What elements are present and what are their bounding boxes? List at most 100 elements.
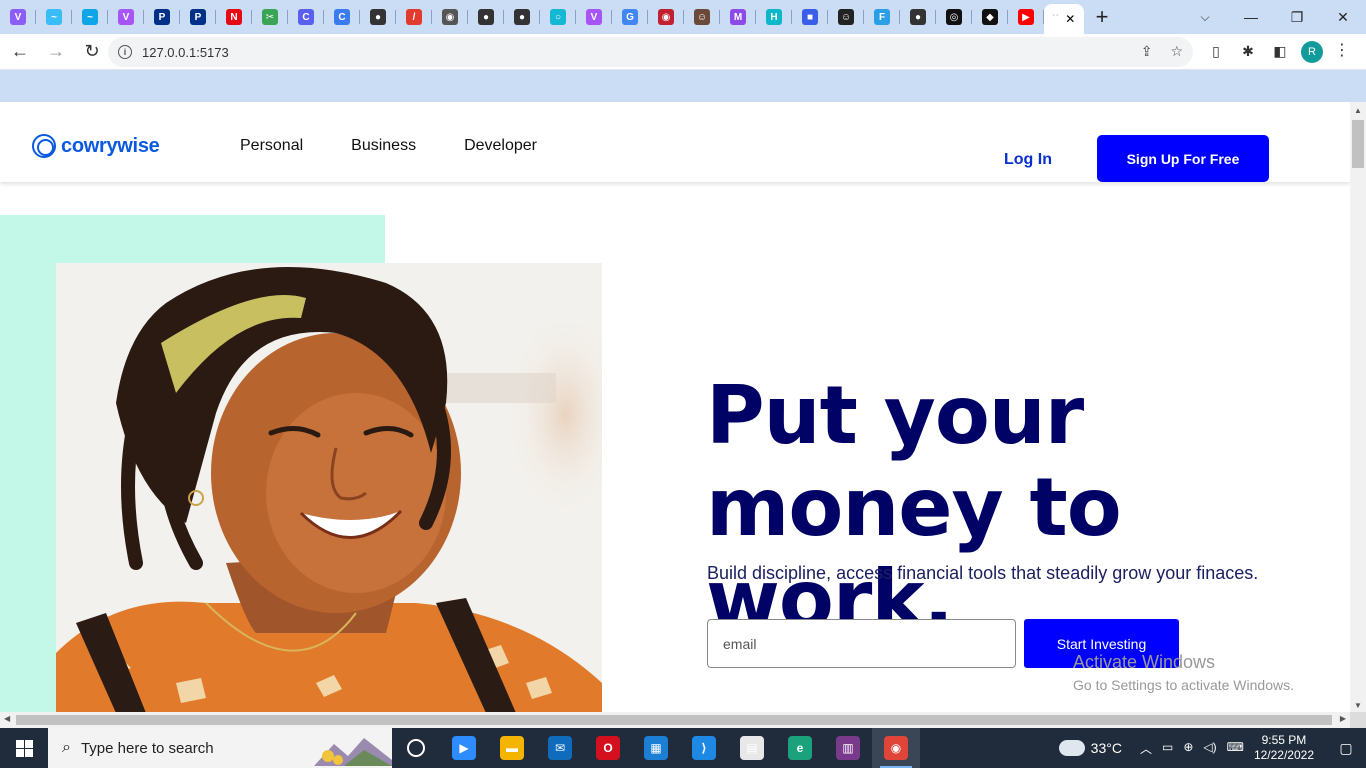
winrar-icon: ▥ bbox=[836, 736, 860, 760]
minimize-button[interactable]: — bbox=[1228, 0, 1274, 34]
taskbar-app[interactable]: ▦ bbox=[632, 728, 680, 768]
browser-tab[interactable]: ☺ bbox=[684, 0, 720, 34]
new-tab-button[interactable]: + bbox=[1084, 0, 1120, 34]
address-bar[interactable]: i 127.0.0.1:5173 ⇪ ☆ bbox=[108, 37, 1193, 67]
taskbar-app[interactable]: ✉ bbox=[536, 728, 584, 768]
browser-tab[interactable]: V bbox=[108, 0, 144, 34]
volume-icon[interactable]: ◁) bbox=[1203, 740, 1216, 757]
browser-tab[interactable]: N bbox=[216, 0, 252, 34]
browser-tab-strip: V ~ ~ V P P N ✂ C C ● / ◉ ● ● ○ V G ◉ ☺ M H ■ ☺ F ● ◎ ◆ ▶ ˙˙ ✕ + bbox=[0, 0, 1366, 34]
weather-widget[interactable]: 33°C bbox=[1058, 735, 1122, 756]
taskbar-search-box[interactable]: ⌕ Type here to search bbox=[48, 728, 392, 768]
taskbar-app[interactable]: O bbox=[584, 728, 632, 768]
browser-tab[interactable]: C bbox=[288, 0, 324, 34]
restore-button[interactable]: ❐ bbox=[1274, 0, 1320, 34]
browser-tab[interactable]: ◆ bbox=[972, 0, 1008, 34]
nav-business[interactable]: Business bbox=[351, 137, 416, 155]
browser-tab[interactable]: ☺ bbox=[828, 0, 864, 34]
chevron-up-icon[interactable]: ︿ bbox=[1140, 740, 1152, 757]
browser-tab[interactable]: ○ bbox=[540, 0, 576, 34]
scroll-right-arrow-icon[interactable]: ▶ bbox=[1340, 714, 1346, 723]
browser-tab[interactable]: ◉ bbox=[432, 0, 468, 34]
start-button[interactable] bbox=[0, 728, 48, 768]
search-highlight-art-icon bbox=[314, 738, 392, 766]
reload-button[interactable]: ↻ bbox=[76, 36, 108, 68]
notifications-icon[interactable]: ▢ bbox=[1326, 740, 1366, 757]
site-info-icon[interactable]: i bbox=[118, 45, 132, 59]
scissors-icon: ✂ bbox=[262, 9, 278, 25]
login-link[interactable]: Log In bbox=[1004, 151, 1052, 169]
windows-taskbar: ⌕ Type here to search ▶ ▬ ✉ O ▦ ⟩ ▤ e ▥ ◉ 33°C ︿ … bbox=[0, 728, 1366, 768]
extensions-icon[interactable]: ✱ bbox=[1237, 40, 1259, 62]
browser-tab[interactable]: ■ bbox=[792, 0, 828, 34]
side-panel-icon[interactable]: ◧ bbox=[1269, 40, 1291, 62]
browser-tab[interactable]: / bbox=[396, 0, 432, 34]
browser-tab[interactable]: ● bbox=[468, 0, 504, 34]
browser-tab[interactable]: ✂ bbox=[252, 0, 288, 34]
flutter-icon: F bbox=[874, 9, 890, 25]
browser-tab[interactable]: H bbox=[756, 0, 792, 34]
activate-windows-watermark: Activate Windows Go to Settings to activ… bbox=[1073, 652, 1294, 693]
scroll-corner bbox=[1350, 712, 1366, 728]
nav-personal[interactable]: Personal bbox=[240, 137, 303, 155]
email-input[interactable] bbox=[707, 619, 1016, 668]
vertical-scrollbar[interactable]: ▲ ▼ bbox=[1350, 102, 1366, 712]
cowrywise-logo[interactable]: cowrywise bbox=[32, 134, 160, 158]
tailwind-icon: ~ bbox=[82, 9, 98, 25]
paypal-icon: P bbox=[154, 9, 170, 25]
windows-logo-icon bbox=[15, 739, 33, 757]
browser-tab[interactable]: ~ bbox=[36, 0, 72, 34]
codepen-icon: ◆ bbox=[982, 9, 998, 25]
taskbar-app[interactable]: ◉ bbox=[872, 728, 920, 768]
scroll-down-arrow-icon[interactable]: ▼ bbox=[1354, 701, 1362, 710]
browser-tab[interactable]: V bbox=[576, 0, 612, 34]
browser-tab[interactable]: P bbox=[144, 0, 180, 34]
browser-tab[interactable]: F bbox=[864, 0, 900, 34]
browser-tab[interactable]: ~ bbox=[72, 0, 108, 34]
forward-button[interactable]: → bbox=[40, 36, 72, 68]
browser-tab[interactable]: ● bbox=[900, 0, 936, 34]
share-icon[interactable]: ⇪ bbox=[1141, 43, 1153, 60]
close-window-button[interactable]: ✕ bbox=[1320, 0, 1366, 34]
circle-icon: ○ bbox=[550, 9, 566, 25]
nav-developer[interactable]: Developer bbox=[464, 137, 537, 155]
browser-tab[interactable]: ▶ bbox=[1008, 0, 1044, 34]
vertical-scroll-thumb[interactable] bbox=[1352, 120, 1364, 168]
browser-tab[interactable]: G bbox=[612, 0, 648, 34]
active-tab[interactable]: ˙˙ ✕ bbox=[1044, 4, 1084, 34]
network-icon[interactable]: ⊕ bbox=[1183, 740, 1193, 757]
taskbar-app[interactable] bbox=[392, 728, 440, 768]
scroll-left-arrow-icon[interactable]: ◀ bbox=[4, 714, 10, 723]
browser-tab[interactable]: ◎ bbox=[936, 0, 972, 34]
browser-tab[interactable]: ● bbox=[360, 0, 396, 34]
browser-tab[interactable]: V bbox=[0, 0, 36, 34]
bookmark-star-icon[interactable]: ☆ bbox=[1170, 43, 1183, 60]
record-icon: ◉ bbox=[658, 9, 674, 25]
watermark-title: Activate Windows bbox=[1073, 652, 1216, 672]
keyboard-icon[interactable]: ⌨ bbox=[1227, 740, 1244, 757]
back-button[interactable]: ← bbox=[4, 36, 36, 68]
battery-icon[interactable]: ▭ bbox=[1162, 740, 1173, 757]
browser-tab[interactable]: ◉ bbox=[648, 0, 684, 34]
taskbar-app[interactable]: ▬ bbox=[488, 728, 536, 768]
taskbar-app[interactable]: ▤ bbox=[728, 728, 776, 768]
tab-search-chevron-icon[interactable]: ⌵ bbox=[1190, 0, 1220, 34]
reader-icon[interactable]: ▯ bbox=[1205, 40, 1227, 62]
menu-icon[interactable]: ⋮ bbox=[1334, 40, 1350, 60]
horizontal-scroll-thumb[interactable] bbox=[16, 715, 1332, 725]
close-tab-icon[interactable]: ✕ bbox=[1065, 12, 1075, 26]
clock[interactable]: 9:55 PM 12/22/2022 bbox=[1254, 733, 1314, 763]
taskbar-app[interactable]: e bbox=[776, 728, 824, 768]
taskbar-app[interactable]: ▶ bbox=[440, 728, 488, 768]
taskbar-app[interactable]: ▥ bbox=[824, 728, 872, 768]
browser-tab[interactable]: M bbox=[720, 0, 756, 34]
taskbar-app[interactable]: ⟩ bbox=[680, 728, 728, 768]
browser-tab[interactable]: C bbox=[324, 0, 360, 34]
cowrywise-logo-icon bbox=[32, 134, 56, 158]
signup-button[interactable]: Sign Up For Free bbox=[1097, 135, 1269, 182]
scroll-up-arrow-icon[interactable]: ▲ bbox=[1354, 106, 1362, 115]
profile-avatar[interactable]: R bbox=[1301, 41, 1323, 63]
browser-tab[interactable]: ● bbox=[504, 0, 540, 34]
browser-tab[interactable]: P bbox=[180, 0, 216, 34]
horizontal-scrollbar[interactable]: ◀ ▶ bbox=[0, 712, 1350, 728]
